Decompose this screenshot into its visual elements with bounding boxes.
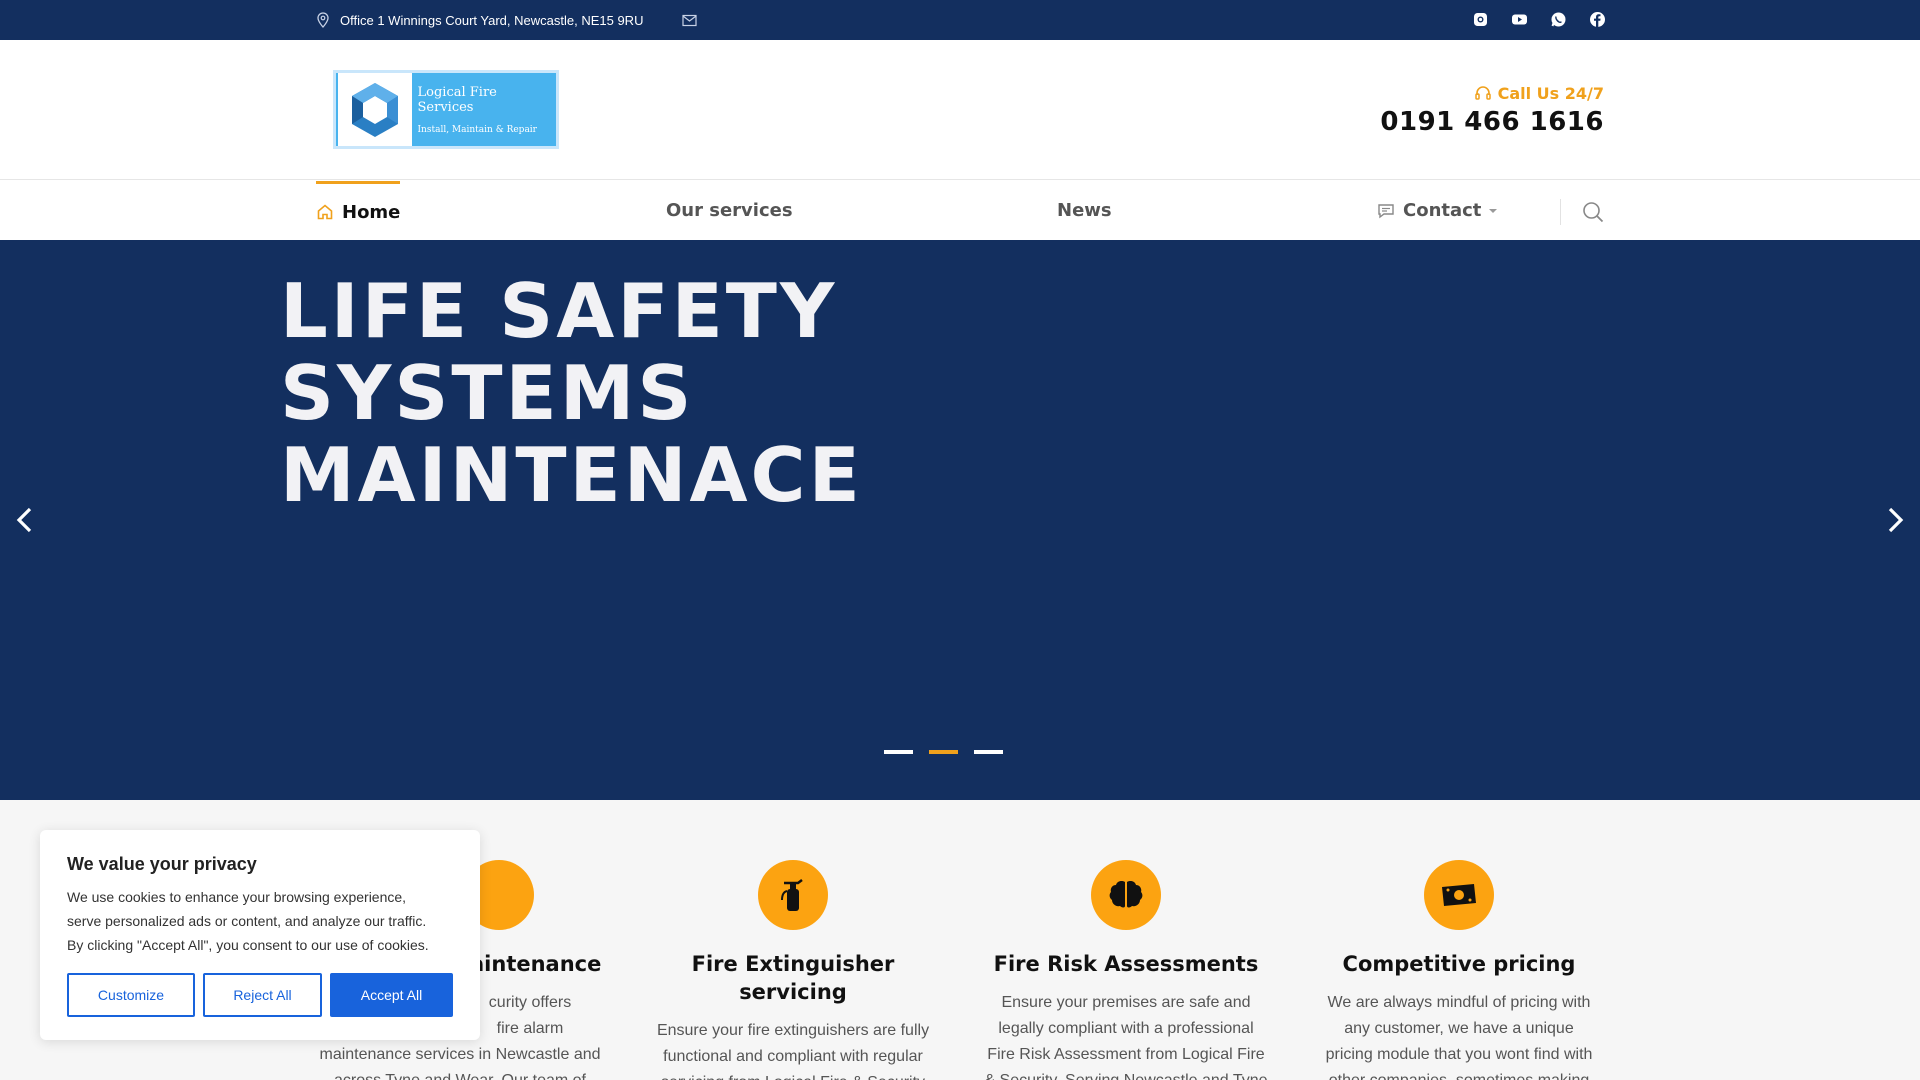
nav-item-services[interactable]: Our services xyxy=(666,181,793,240)
slider-dot-1[interactable] xyxy=(884,750,913,754)
nav-item-home[interactable]: Home xyxy=(316,181,401,240)
headset-icon xyxy=(1474,86,1491,100)
top-bar: Office 1 Winnings Court Yard, Newcastle,… xyxy=(0,0,1920,40)
site-header: Logical Fire Services Install, Maintain … xyxy=(0,40,1920,180)
address: Office 1 Winnings Court Yard, Newcastle,… xyxy=(316,0,643,40)
nav-item-news[interactable]: News xyxy=(1057,181,1112,240)
home-icon xyxy=(317,204,333,220)
call-block: Call Us 24/7 0191 466 1616 xyxy=(1380,84,1604,137)
caret-down-icon xyxy=(1489,208,1498,213)
nav-divider xyxy=(1560,199,1561,225)
logo-title: Logical Fire Services xyxy=(417,84,497,115)
chat-icon xyxy=(1378,203,1394,218)
feature-text: Ensure your fire extinguishers are fully… xyxy=(656,1022,930,1080)
feature-extinguisher: Fire Extinguisher servicing Ensure your … xyxy=(643,860,943,1080)
slider-prev-arrow-icon[interactable] xyxy=(14,506,36,538)
slider-dot-3[interactable] xyxy=(974,750,1003,754)
slider-dot-2[interactable] xyxy=(929,750,958,754)
feature-text: Ensure your premises are safe and legall… xyxy=(984,994,1267,1080)
logo-tagline: Install, Maintain & Repair xyxy=(417,124,538,135)
accept-all-button[interactable]: Accept All xyxy=(330,973,453,1017)
instagram-icon[interactable] xyxy=(1472,11,1489,28)
logo-text: Logical Fire Services Install, Maintain … xyxy=(418,85,557,135)
cookie-buttons: Customize Reject All Accept All xyxy=(67,973,453,1017)
location-pin-icon xyxy=(317,12,329,28)
fire-extinguisher-icon xyxy=(758,860,828,930)
mail-icon[interactable] xyxy=(682,12,697,31)
brain-icon xyxy=(1091,860,1161,930)
hero-heading: LIFE SAFETY SYSTEMS MAINTENACE xyxy=(280,267,863,519)
slider-next-arrow-icon[interactable] xyxy=(1884,506,1906,538)
reject-all-button[interactable]: Reject All xyxy=(203,973,322,1017)
cookie-text: We use cookies to enhance your browsing … xyxy=(67,889,429,953)
hero-slider: LIFE SAFETY SYSTEMS MAINTENACE xyxy=(0,240,1920,800)
phone-number[interactable]: 0191 466 1616 xyxy=(1380,107,1604,137)
cookie-consent-banner: We value your privacy We use cookies to … xyxy=(40,830,480,1040)
cookie-title: We value your privacy xyxy=(67,854,257,874)
logo-cube-icon xyxy=(338,73,412,146)
feature-risk-assessment: Fire Risk Assessments Ensure your premis… xyxy=(976,860,1276,1080)
money-icon xyxy=(1424,860,1494,930)
feature-pricing: Competitive pricing We are always mindfu… xyxy=(1309,860,1609,1080)
address-text: Office 1 Winnings Court Yard, Newcastle,… xyxy=(340,12,644,28)
search-icon[interactable] xyxy=(1582,201,1604,227)
customize-button[interactable]: Customize xyxy=(67,973,195,1017)
feature-text: We are always mindful of pricing with an… xyxy=(1325,994,1593,1080)
nav-item-contact[interactable]: Contact xyxy=(1377,181,1507,240)
logo[interactable]: Logical Fire Services Install, Maintain … xyxy=(333,70,559,149)
youtube-icon[interactable] xyxy=(1511,11,1528,28)
call-label: Call Us 24/7 xyxy=(1380,84,1604,103)
slider-pagination xyxy=(884,750,1003,754)
facebook-icon[interactable] xyxy=(1589,11,1606,28)
feature-title: Competitive pricing xyxy=(1342,952,1576,976)
main-nav: Home Our services News Contact xyxy=(0,181,1920,240)
whatsapp-icon[interactable] xyxy=(1550,11,1567,28)
social-links xyxy=(1472,11,1606,28)
feature-title: Fire Extinguisher servicing xyxy=(691,952,895,1004)
feature-title: Fire Risk Assessments xyxy=(993,952,1259,976)
